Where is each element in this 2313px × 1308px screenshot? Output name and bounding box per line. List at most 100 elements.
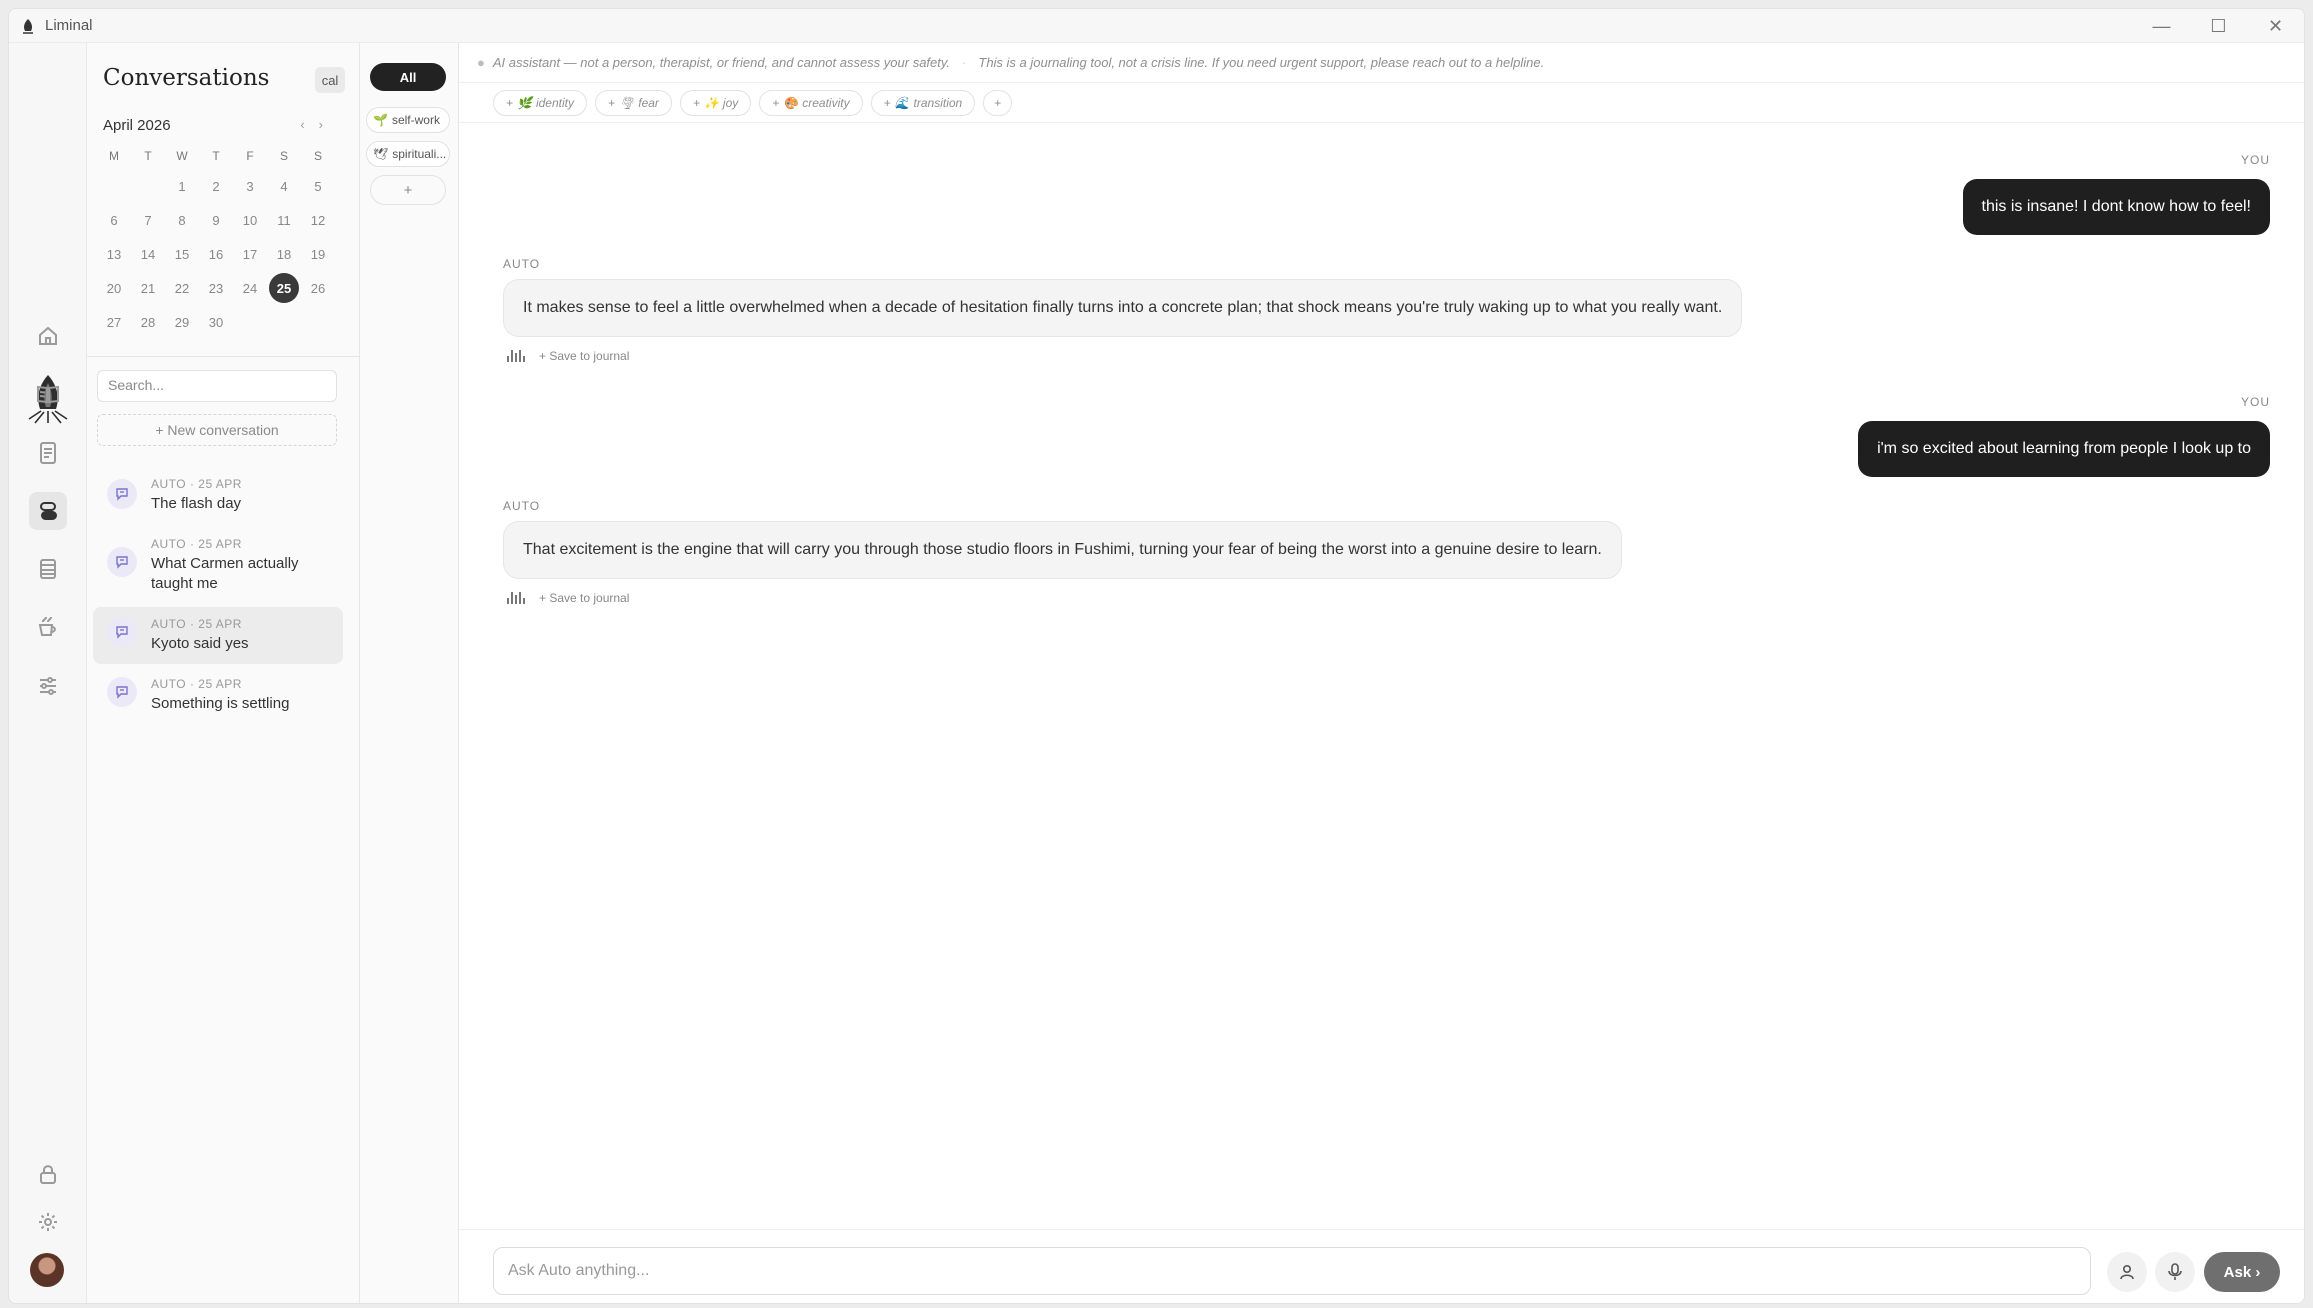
calendar-day[interactable]: 30	[199, 305, 233, 339]
calendar-day[interactable]: 22	[165, 271, 199, 305]
calendar-day[interactable]: 12	[301, 203, 335, 237]
home-icon	[39, 326, 57, 345]
ask-button[interactable]: Ask ›	[2204, 1252, 2280, 1292]
ritual-nav-button[interactable]	[29, 608, 67, 646]
conversation-list-item[interactable]: AUTO · 25 APR Something is settling	[93, 667, 343, 724]
calendar-day[interactable]: 23	[199, 271, 233, 305]
minimize-icon[interactable]: —	[2133, 9, 2190, 43]
lock-button[interactable]	[29, 1155, 67, 1193]
calendar-day[interactable]: 7	[131, 203, 165, 237]
message-role-label: YOU	[2240, 395, 2270, 409]
conversation-list-item[interactable]: AUTO · 25 APR The flash day	[93, 467, 343, 524]
conversation-list-item[interactable]: AUTO · 25 APR Kyoto said yes	[93, 607, 343, 664]
message-role-label: AUTO	[503, 257, 541, 271]
close-icon[interactable]: ✕	[2247, 9, 2304, 43]
filter-chip-spirituality[interactable]: 🕊 spirituali...	[366, 141, 450, 167]
search-input[interactable]: Search...	[97, 370, 337, 402]
play-audio-icon[interactable]	[507, 592, 525, 604]
journal-book-icon	[37, 385, 59, 404]
message-role-label: AUTO	[503, 499, 541, 513]
calendar-day[interactable]: 9	[199, 203, 233, 237]
persona-button[interactable]	[2107, 1252, 2147, 1292]
add-tag-button[interactable]: +	[983, 89, 1013, 116]
add-filter-button[interactable]: +	[370, 175, 446, 205]
calendar-weekday: T	[144, 149, 152, 163]
library-nav-button[interactable]	[29, 550, 67, 588]
title-bar: Liminal — ☐ ✕	[9, 9, 2304, 43]
conversations-nav-button[interactable]	[29, 492, 67, 530]
user-message-bubble: this is insane! I dont know how to feel!	[1962, 179, 2270, 235]
play-audio-icon[interactable]	[507, 350, 525, 362]
calendar-day[interactable]: 27	[97, 305, 131, 339]
avatar[interactable]	[30, 1253, 64, 1287]
calendar-day[interactable]: 6	[97, 203, 131, 237]
calendar-day[interactable]: 3	[233, 169, 267, 203]
calendar-day-selected[interactable]: 25	[267, 271, 301, 305]
calendar-day[interactable]: 13	[97, 237, 131, 271]
filter-chip-label: self-work	[391, 113, 440, 127]
filter-chip-label: spirituali...	[392, 147, 447, 161]
conversation-list-item[interactable]: AUTO · 25 APR What Carmen actually taught…	[93, 527, 343, 604]
tag-chip-joy[interactable]: + ✨ joy	[679, 89, 752, 116]
calendar-day[interactable]: 8	[165, 203, 199, 237]
calendar-day[interactable]: 29	[165, 305, 199, 339]
new-conversation-button[interactable]: + New conversation	[97, 414, 337, 446]
tag-label: joy	[722, 95, 739, 110]
document-icon	[40, 442, 56, 464]
assistant-message-bubble: It makes sense to feel a little overwhel…	[503, 279, 1743, 337]
ask-input[interactable]: Ask Auto anything...	[493, 1247, 2091, 1295]
person-icon	[2120, 1264, 2134, 1280]
calendar-day[interactable]: 24	[233, 271, 267, 305]
maximize-icon[interactable]: ☐	[2190, 9, 2247, 43]
tag-label: identity	[535, 95, 574, 110]
calendar-day[interactable]: 20	[97, 271, 131, 305]
tag-chip-identity[interactable]: + 🌿 identity	[493, 89, 587, 116]
calendar-day[interactable]: 2	[199, 169, 233, 203]
conversation-title: Kyoto said yes	[151, 635, 249, 652]
divider	[87, 356, 359, 357]
calendar-day[interactable]: 15	[165, 237, 199, 271]
filter-chip-self-work[interactable]: 🌱 self-work	[366, 107, 450, 133]
tag-chip-creativity[interactable]: + 🎨 creativity	[759, 89, 863, 116]
plus-icon: +	[608, 95, 616, 110]
chat-bubble-icon	[107, 479, 137, 509]
home-nav-button[interactable]	[29, 317, 67, 355]
calendar-day[interactable]: 26	[301, 271, 335, 305]
settings-button[interactable]	[29, 1203, 67, 1241]
calendar-weekday: S	[279, 149, 288, 163]
journal-nav-button[interactable]	[29, 375, 67, 413]
chat-bubble-icon	[107, 677, 137, 707]
calendar-next-button[interactable]: ›	[319, 117, 337, 132]
calendar-day[interactable]: 28	[131, 305, 165, 339]
divider	[459, 1229, 2304, 1230]
tag-emoji-icon: 🌊	[894, 95, 910, 110]
entries-nav-button[interactable]	[29, 434, 67, 472]
calendar-day[interactable]: 21	[131, 271, 165, 305]
plus-icon: +	[772, 95, 780, 110]
tag-chip-transition[interactable]: + 🌊 transition	[870, 89, 976, 116]
calendar-day[interactable]: 17	[233, 237, 267, 271]
calendar-day[interactable]: 4	[267, 169, 301, 203]
tag-chip-fear[interactable]: + 🌪 fear	[595, 89, 672, 116]
calendar-day[interactable]: 14	[131, 237, 165, 271]
save-to-journal-button[interactable]: + Save to journal	[539, 349, 629, 363]
calendar-day[interactable]: 10	[233, 203, 267, 237]
voice-input-button[interactable]	[2155, 1252, 2195, 1292]
calendar-day[interactable]: 5	[301, 169, 335, 203]
calendar-day[interactable]: 19	[301, 237, 335, 271]
calendar-toggle-button[interactable]: cal	[315, 67, 345, 93]
save-to-journal-button[interactable]: + Save to journal	[539, 591, 629, 605]
calendar-day[interactable]: 1	[165, 169, 199, 203]
conversation-title: Something is settling	[151, 695, 290, 712]
calendar-day[interactable]: 11	[267, 203, 301, 237]
message-role-label: YOU	[2240, 153, 2270, 167]
calendar-prev-button[interactable]: ‹	[300, 117, 318, 132]
filter-all-button[interactable]: All	[370, 63, 446, 91]
tag-emoji-icon: 🌿	[517, 95, 532, 110]
nav-rail	[9, 43, 87, 1303]
tag-label: creativity	[802, 95, 850, 110]
library-icon	[40, 559, 56, 579]
settings-sliders-nav-button[interactable]	[29, 667, 67, 705]
calendar-day[interactable]: 16	[199, 237, 233, 271]
calendar-day[interactable]: 18	[267, 237, 301, 271]
